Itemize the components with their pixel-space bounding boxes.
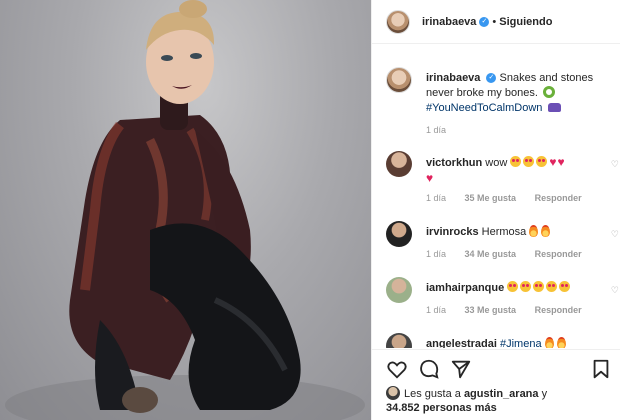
post-sidebar: irinabaeva ✓ • Siguiendo irinabaeva ✓ Sn… xyxy=(371,0,620,420)
heart-emoji-icon: ♥ xyxy=(557,155,565,169)
fire-emoji-icon xyxy=(556,337,566,348)
verified-badge-icon: ✓ xyxy=(486,73,497,84)
comment-text: Hermosa xyxy=(481,226,527,238)
heart-eyes-emoji-icon xyxy=(559,281,571,292)
heart-eyes-emoji-icon xyxy=(533,281,545,292)
commenter-avatar[interactable] xyxy=(386,277,412,303)
comment-hashtag[interactable]: #Jimena xyxy=(500,338,542,348)
heart-emoji-icon: ♥ xyxy=(426,171,434,185)
comment-meta: 1 día 35 Me gusta Responder xyxy=(426,193,582,203)
reply-button[interactable]: Responder xyxy=(535,193,582,203)
likes-prefix: Les gusta a xyxy=(404,388,461,400)
post-header: irinabaeva ✓ • Siguiendo xyxy=(372,0,620,44)
action-bar: Les gusta a agustin_arana y 34.852 perso… xyxy=(372,349,620,420)
comment-meta: 1 día 33 Me gusta Responder xyxy=(426,305,582,315)
share-paper-plane-icon[interactable] xyxy=(450,358,472,380)
heart-eyes-emoji-icon xyxy=(523,156,535,167)
author-username[interactable]: irinabaeva xyxy=(422,16,476,28)
caption-meta: 1 día xyxy=(426,125,446,135)
likes-summary: Les gusta a agustin_arana y 34.852 perso… xyxy=(386,386,547,415)
comment-username[interactable]: angelestradai xyxy=(426,338,497,348)
like-heart-icon[interactable] xyxy=(386,358,408,380)
comment-like-icon[interactable]: ♡ xyxy=(611,285,619,296)
commenter-avatar[interactable] xyxy=(386,333,412,348)
reply-button[interactable]: Responder xyxy=(535,305,582,315)
likes-connector: y xyxy=(541,388,548,400)
liker-avatar[interactable] xyxy=(386,386,400,400)
comment-like-icon[interactable]: ♡ xyxy=(611,229,619,240)
post-image xyxy=(5,0,365,420)
caption-avatar[interactable] xyxy=(386,67,412,93)
comment-likes[interactable]: 34 Me gusta xyxy=(465,249,517,259)
commenter-avatar[interactable] xyxy=(386,221,412,247)
comment-text: wow xyxy=(485,157,508,169)
comment-time[interactable]: 1 día xyxy=(426,193,446,203)
commenter-avatar[interactable] xyxy=(386,151,412,177)
heart-eyes-emoji-icon xyxy=(520,281,532,292)
comment-meta: 1 día 34 Me gusta Responder xyxy=(426,249,582,259)
comment-like-icon[interactable]: ♡ xyxy=(611,159,619,170)
comment-likes[interactable]: 35 Me gusta xyxy=(465,193,517,203)
fire-emoji-icon xyxy=(529,225,539,237)
liker-username[interactable]: agustin_arana xyxy=(464,388,539,400)
verified-badge-icon: ✓ xyxy=(479,16,490,27)
car-emoji-icon xyxy=(548,103,562,112)
snake-emoji-icon xyxy=(542,86,555,98)
author-avatar[interactable] xyxy=(386,9,410,34)
fire-emoji-icon xyxy=(541,225,551,237)
header-separator: • xyxy=(492,15,497,28)
comment-username[interactable]: irvinrocks xyxy=(426,226,479,238)
fire-emoji-icon xyxy=(544,337,554,348)
comment-bubble-icon[interactable] xyxy=(418,358,440,380)
comments-list[interactable]: irinabaeva ✓ Snakes and stones never bro… xyxy=(372,45,620,348)
heart-eyes-emoji-icon xyxy=(546,281,558,292)
comment-time[interactable]: 1 día xyxy=(426,249,446,259)
caption-username[interactable]: irinabaeva xyxy=(426,72,480,84)
comment-username[interactable]: iamhairpanque xyxy=(426,282,504,294)
caption-time[interactable]: 1 día xyxy=(426,125,446,135)
heart-eyes-emoji-icon xyxy=(536,156,548,167)
comment-username[interactable]: victorkhun xyxy=(426,157,482,169)
reply-button[interactable]: Responder xyxy=(535,249,582,259)
post-photo[interactable] xyxy=(0,0,371,420)
caption-hashtag[interactable]: #YouNeedToCalmDown xyxy=(426,102,542,114)
heart-emoji-icon: ♥ xyxy=(549,155,557,169)
save-bookmark-icon[interactable] xyxy=(590,358,612,380)
heart-eyes-emoji-icon xyxy=(507,281,519,292)
following-button[interactable]: Siguiendo xyxy=(499,16,552,28)
comment-time[interactable]: 1 día xyxy=(426,305,446,315)
heart-eyes-emoji-icon xyxy=(510,156,522,167)
comment-likes[interactable]: 33 Me gusta xyxy=(465,305,517,315)
likes-count[interactable]: 34.852 personas más xyxy=(386,402,497,414)
